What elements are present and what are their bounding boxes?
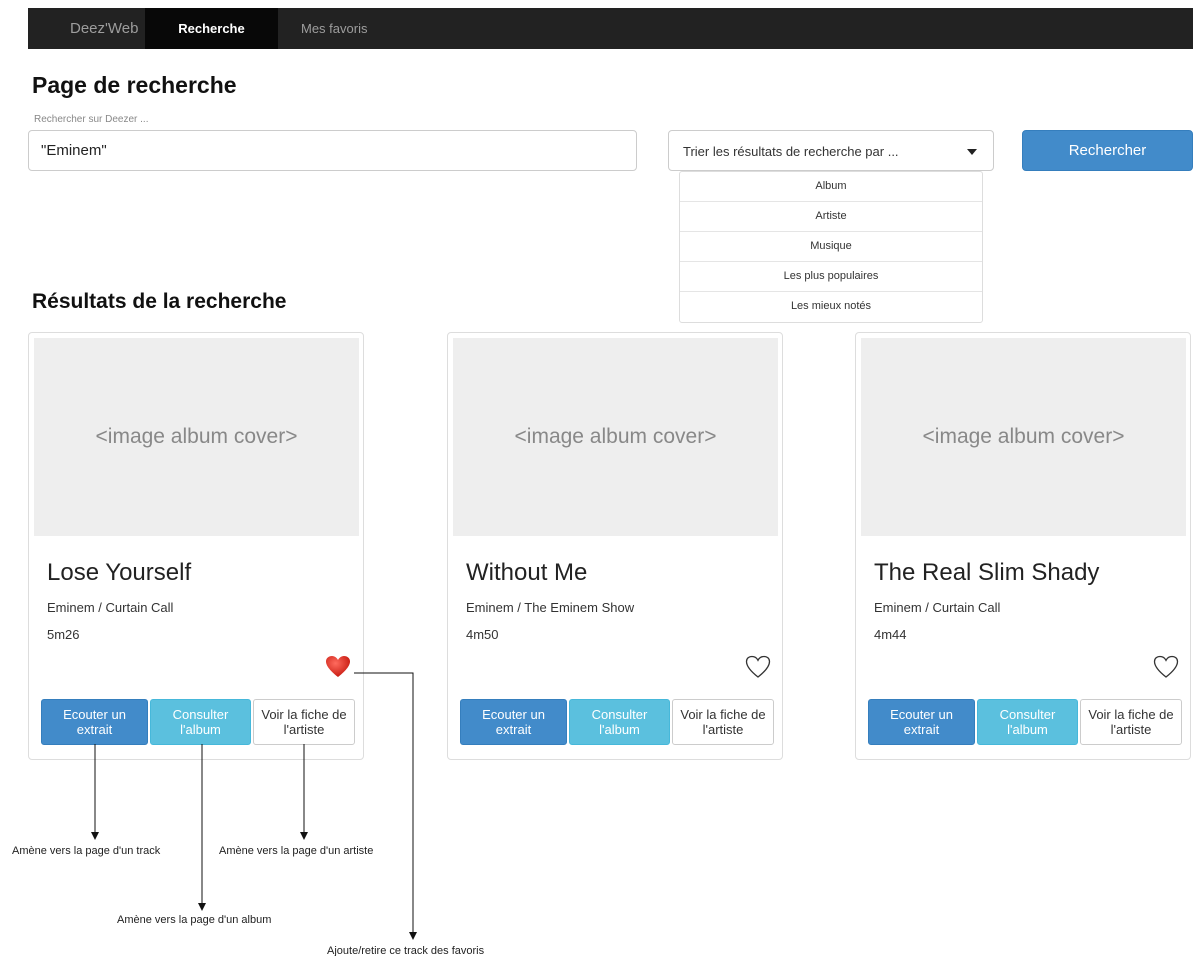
annotation-arrows [91, 672, 417, 940]
annotation-favorite: Ajoute/retire ce track des favoris [327, 945, 485, 956]
annotation-artist: Amène vers la page d'un artiste [219, 845, 374, 857]
annotation-album: Amène vers la page d'un album [117, 914, 272, 926]
annotation-track: Amène vers la page d'un track [12, 845, 161, 857]
